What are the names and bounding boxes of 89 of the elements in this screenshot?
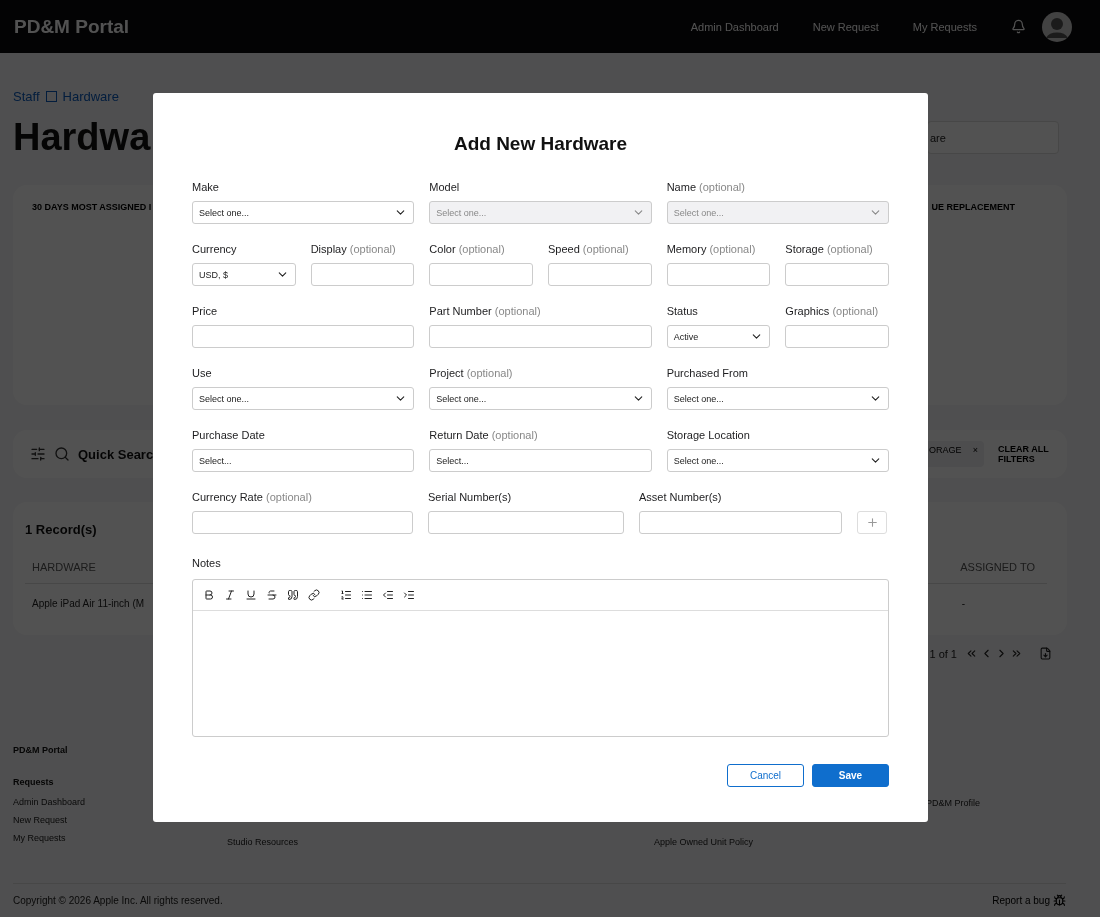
field-label: Project (optional) — [429, 367, 514, 379]
portal-logo[interactable]: PD&M Portal — [14, 15, 691, 38]
breadcrumb-link[interactable]: Hardware — [62, 89, 119, 104]
card-title: UE REPLACEMENT — [931, 202, 1015, 212]
field-label: Status — [666, 305, 699, 317]
select-field[interactable]: Select one... — [192, 387, 415, 410]
input-field[interactable] — [429, 325, 652, 348]
underline-icon[interactable] — [245, 589, 257, 601]
date-field[interactable]: Select... — [429, 449, 652, 472]
add-button[interactable] — [857, 511, 887, 534]
select-field[interactable]: Select one... — [192, 201, 415, 224]
field-label: Notes — [192, 557, 221, 569]
cancel-button[interactable]: Cancel — [727, 764, 804, 787]
input-field[interactable] — [666, 263, 771, 286]
input-field[interactable] — [639, 511, 842, 534]
bold-icon[interactable] — [203, 589, 215, 601]
input-field[interactable] — [785, 263, 889, 286]
page-indicator: 1 of 1 — [929, 647, 957, 660]
filter-icon[interactable] — [30, 446, 46, 462]
input-field[interactable] — [192, 511, 413, 534]
field-label: Name (optional) — [666, 181, 746, 193]
input-field[interactable] — [192, 325, 415, 348]
outdent-icon[interactable] — [382, 589, 394, 601]
dropdown[interactable]: USD, $ — [192, 263, 296, 286]
record-count: 1 Record(s) — [25, 522, 97, 537]
breadcrumb-link[interactable]: Staff — [13, 89, 40, 104]
field-label: Color (optional) — [429, 243, 506, 255]
nav-link[interactable]: New Request — [812, 20, 879, 33]
field-label: Make — [192, 181, 220, 193]
table-cell: - — [961, 598, 965, 609]
save-button[interactable]: Save — [812, 764, 889, 787]
input-field[interactable] — [785, 325, 889, 348]
field-label: Speed (optional) — [548, 243, 630, 255]
field-label: Graphics (optional) — [785, 305, 880, 317]
numbered-list-icon[interactable] — [340, 589, 352, 601]
field-label: Storage Location — [666, 429, 751, 441]
dropdown[interactable]: Active — [666, 325, 771, 348]
quick-search-label[interactable]: Quick Searc — [78, 446, 154, 462]
bell-icon[interactable] — [1011, 19, 1026, 34]
field-label: Storage (optional) — [785, 243, 874, 255]
strikethrough-icon[interactable] — [266, 589, 278, 601]
footer-link[interactable]: My Requests — [13, 833, 227, 843]
field-label: Serial Number(s) — [428, 491, 513, 503]
bullet-list-icon[interactable] — [361, 589, 373, 601]
field-label: Purchased From — [666, 367, 749, 379]
input-field[interactable] — [428, 511, 624, 534]
input-field[interactable] — [429, 263, 533, 286]
plus-icon — [865, 516, 879, 529]
dialog-title: Add New Hardware — [452, 133, 629, 155]
date-field[interactable]: Select... — [192, 449, 415, 472]
select-field[interactable]: Select one... — [666, 387, 889, 410]
field-label: Currency — [192, 243, 238, 255]
avatar[interactable] — [1042, 11, 1072, 42]
field-label: Purchase Date — [192, 429, 266, 441]
field-label: Memory (optional) — [666, 243, 757, 255]
nav-link[interactable]: Admin Dashboard — [690, 20, 779, 33]
footer-link[interactable]: Studio Resources — [227, 837, 654, 847]
select-field[interactable]: Select one... — [429, 387, 652, 410]
separator-icon — [45, 91, 57, 102]
link-icon[interactable] — [308, 589, 320, 601]
field-label: Return Date (optional) — [429, 429, 539, 441]
field-label: Use — [192, 367, 213, 379]
indent-icon[interactable] — [403, 589, 415, 601]
field-label: Currency Rate (optional) — [192, 491, 313, 503]
search-icon — [54, 446, 70, 462]
copyright-text: Copyright © 2026 Apple Inc. All rights reserved. — [13, 895, 223, 906]
field-label: Display (optional) — [310, 243, 397, 255]
footer-heading: PD&M Portal — [13, 745, 69, 755]
footer-heading: Requests — [13, 777, 55, 787]
last-page-icon[interactable] — [1010, 647, 1023, 660]
table-cell: Apple iPad Air 11-inch (M — [32, 598, 145, 609]
search-field[interactable]: are — [927, 121, 1059, 154]
page-title: Hardwa — [13, 116, 151, 159]
nav-link[interactable]: My Requests — [912, 20, 977, 33]
input-field[interactable] — [310, 263, 415, 286]
field-label: Part Number (optional) — [429, 305, 542, 317]
first-page-icon[interactable] — [965, 647, 978, 660]
report-bug-link[interactable]: Report a bug — [992, 894, 1066, 907]
italic-icon[interactable] — [224, 589, 236, 601]
field-label: Asset Number(s) — [639, 491, 723, 503]
input-field[interactable] — [548, 263, 652, 286]
bug-icon — [1053, 894, 1066, 907]
select-field[interactable]: Select one... — [666, 449, 889, 472]
quote-icon[interactable] — [287, 589, 299, 601]
footer-link[interactable]: Apple Owned Unit Policy — [654, 837, 926, 847]
clear-filters-button[interactable]: CLEAR ALL FILTERS — [998, 444, 1052, 464]
field-label: Price — [192, 305, 219, 317]
field-label: Model — [429, 181, 461, 193]
export-icon[interactable] — [1039, 647, 1052, 660]
